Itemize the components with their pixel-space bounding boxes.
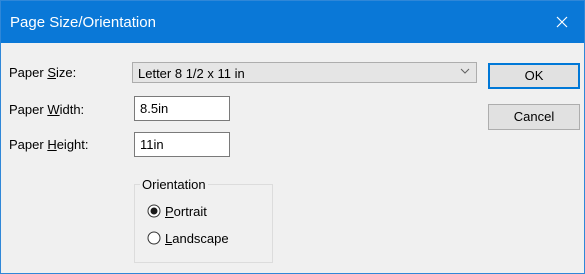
ok-button[interactable]: OK [488, 63, 580, 89]
paper-size-value: Letter 8 1/2 x 11 in [138, 66, 245, 81]
paper-height-value: 11in [140, 137, 164, 152]
paper-size-label-text: Paper [9, 65, 48, 80]
landscape-label: Landscape [165, 231, 229, 246]
title-bar[interactable]: Page Size/Orientation [1, 1, 584, 43]
paper-width-input[interactable]: 8.5in [134, 96, 230, 121]
portrait-label: Portrait [165, 204, 207, 219]
paper-size-label-rest: ize: [55, 65, 77, 80]
paper-height-label: Paper Height: [9, 137, 89, 152]
cancel-button[interactable]: Cancel [488, 104, 580, 130]
portrait-radio[interactable]: Portrait [147, 203, 207, 219]
paper-size-dropdown[interactable]: Letter 8 1/2 x 11 in [132, 62, 477, 83]
paper-height-mnemonic: H [47, 137, 57, 152]
dialog-title: Page Size/Orientation [10, 14, 156, 31]
paper-width-label-text: Paper [9, 102, 48, 117]
paper-width-label: Paper Width: [9, 102, 84, 117]
radio-checked-icon [147, 204, 161, 218]
paper-width-value: 8.5in [140, 101, 169, 116]
orientation-group-label: Orientation [140, 177, 208, 192]
paper-height-input[interactable]: 11in [134, 132, 230, 157]
orientation-group [134, 184, 273, 263]
chevron-down-icon [460, 68, 470, 74]
page-size-dialog: Page Size/Orientation Paper Size: Letter… [0, 0, 585, 274]
landscape-label-rest: andscape [172, 230, 229, 246]
paper-height-label-rest: eight: [56, 137, 89, 152]
portrait-mnemonic: P [165, 203, 174, 219]
paper-size-label: Paper Size: [9, 65, 76, 80]
paper-width-label-rest: idth: [59, 102, 85, 117]
close-icon [556, 16, 568, 28]
portrait-label-rest: ortrait [173, 203, 207, 219]
radio-unchecked-icon [147, 231, 161, 245]
paper-width-mnemonic: W [47, 102, 60, 117]
paper-size-mnemonic: S [47, 65, 56, 80]
close-button[interactable] [540, 1, 584, 43]
paper-height-label-text: Paper [9, 137, 48, 152]
landscape-radio[interactable]: Landscape [147, 230, 229, 246]
